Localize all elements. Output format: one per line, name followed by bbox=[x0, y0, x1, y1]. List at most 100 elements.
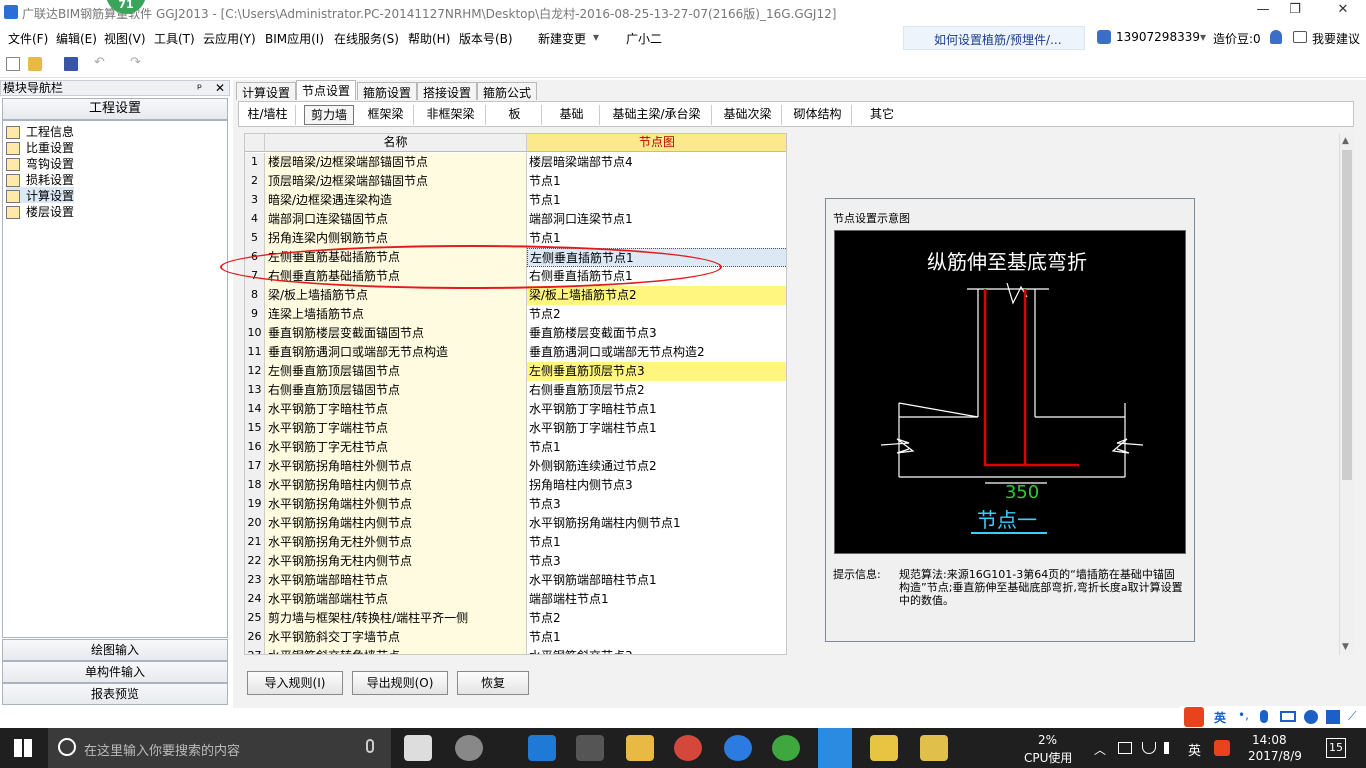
table-row[interactable]: 22 水平钢筋拐角无柱内侧节点 节点3 bbox=[245, 552, 786, 571]
close-button[interactable]: ✕ bbox=[1328, 2, 1358, 22]
table-row[interactable]: 17 水平钢筋拐角暗柱外侧节点 外侧钢筋连续通过节点2 bbox=[245, 457, 786, 476]
menu-help[interactable]: 帮助(H) bbox=[408, 30, 450, 47]
row-name[interactable]: 水平钢筋斜交转角墙节点 bbox=[265, 647, 527, 654]
suggest-link[interactable]: 我要建议 bbox=[1312, 30, 1360, 47]
sogou-icon[interactable] bbox=[1184, 707, 1204, 727]
row-node[interactable]: 节点1 bbox=[527, 438, 786, 457]
scroll-up-icon[interactable]: ▲ bbox=[1342, 136, 1349, 146]
open-folder-icon[interactable] bbox=[28, 57, 42, 71]
network-icon[interactable] bbox=[1118, 742, 1132, 754]
row-node[interactable]: 端部洞口连梁节点1 bbox=[527, 210, 786, 229]
user-dropdown-icon[interactable]: ▾ bbox=[1200, 30, 1206, 44]
nav-component-input[interactable]: 单构件输入 bbox=[2, 661, 228, 683]
punct-icon[interactable]: •, bbox=[1238, 708, 1249, 722]
tray-sogou-icon[interactable] bbox=[1214, 740, 1230, 756]
new-file-icon[interactable] bbox=[6, 57, 20, 71]
tray-expand-icon[interactable]: ︿ bbox=[1094, 741, 1106, 758]
menu-version[interactable]: 版本号(B) bbox=[459, 30, 513, 47]
row-name[interactable]: 楼层暗梁/边框梁端部锚固节点 bbox=[265, 153, 527, 172]
row-name[interactable]: 水平钢筋端部暗柱节点 bbox=[265, 571, 527, 590]
pin-icon[interactable]: ᵖ bbox=[197, 81, 202, 95]
row-name[interactable]: 水平钢筋拐角暗柱内侧节点 bbox=[265, 476, 527, 495]
row-name[interactable]: 垂直钢筋遇洞口或端部无节点构造 bbox=[265, 343, 527, 362]
row-name[interactable]: 水平钢筋丁字无柱节点 bbox=[265, 438, 527, 457]
subtab-slab[interactable]: 板 bbox=[488, 105, 542, 125]
row-name[interactable]: 暗梁/边框梁遇连梁构造 bbox=[265, 191, 527, 210]
nav-item-density[interactable]: 比重设置 bbox=[6, 139, 74, 155]
help-link[interactable]: 如何设置植筋/预埋件/... bbox=[903, 26, 1085, 50]
row-node[interactable]: 端部端柱节点1 bbox=[527, 590, 786, 609]
taskbar-app-fan[interactable] bbox=[404, 735, 432, 761]
subtab-column[interactable]: 柱/墙柱 bbox=[240, 105, 296, 125]
menu-cloud[interactable]: 云应用(Y) bbox=[203, 30, 256, 47]
table-row[interactable]: 14 水平钢筋丁字暗柱节点 水平钢筋丁字暗柱节点1 bbox=[245, 400, 786, 419]
table-row[interactable]: 27水平钢筋斜交转角墙节点水平钢筋斜交节点3 bbox=[245, 647, 786, 654]
row-node[interactable]: 梁/板上墙插筋节点2 bbox=[527, 286, 786, 305]
ime-lang[interactable]: 英 bbox=[1214, 709, 1226, 726]
subtab-masonry[interactable]: 砌体结构 bbox=[784, 105, 852, 125]
taskbar-app-red[interactable] bbox=[674, 735, 702, 761]
clock-date[interactable]: 2017/8/9 bbox=[1248, 749, 1302, 763]
keyboard-icon[interactable] bbox=[1280, 711, 1296, 722]
menu-tools[interactable]: 工具(T) bbox=[154, 30, 195, 47]
row-node[interactable]: 节点3 bbox=[527, 495, 786, 514]
table-row[interactable]: 20 水平钢筋拐角端柱内侧节点 水平钢筋拐角端柱内侧节点1 bbox=[245, 514, 786, 533]
table-row[interactable]: 10 垂直钢筋楼层变截面锚固节点 垂直筋楼层变截面节点3 bbox=[245, 324, 786, 343]
volume-icon[interactable] bbox=[1164, 742, 1176, 754]
row-name[interactable]: 水平钢筋拐角无柱内侧节点 bbox=[265, 552, 527, 571]
tab-node-settings[interactable]: 节点设置 bbox=[296, 80, 357, 100]
table-row[interactable]: 26 水平钢筋斜交丁字墙节点 节点1 bbox=[245, 628, 786, 647]
menu-new-change[interactable]: 新建变更 bbox=[538, 30, 586, 47]
row-name[interactable]: 左侧垂直筋顶层锚固节点 bbox=[265, 362, 527, 381]
row-node[interactable]: 左侧垂直筋顶层节点3 bbox=[527, 362, 786, 381]
table-row[interactable]: 25 剪力墙与框架柱/转换柱/端柱平齐一侧 节点2 bbox=[245, 609, 786, 628]
subtab-frame-beam[interactable]: 框架梁 bbox=[358, 105, 414, 125]
nav-item-hook[interactable]: 弯钩设置 bbox=[6, 155, 74, 171]
save-icon[interactable] bbox=[64, 57, 78, 71]
row-node[interactable]: 外侧钢筋连续通过节点2 bbox=[527, 457, 786, 476]
table-row[interactable]: 16 水平钢筋丁字无柱节点 节点1 bbox=[245, 438, 786, 457]
row-name[interactable]: 水平钢筋丁字暗柱节点 bbox=[265, 400, 527, 419]
row-node[interactable]: 楼层暗梁端部节点4 bbox=[527, 153, 786, 172]
nav-drawing-input[interactable]: 绘图输入 bbox=[2, 639, 228, 661]
column-header-node[interactable]: 节点图 bbox=[527, 134, 786, 152]
row-node[interactable]: 节点2 bbox=[527, 609, 786, 628]
tab-calc-settings[interactable]: 计算设置 bbox=[236, 82, 297, 100]
table-row[interactable]: 4 端部洞口连梁锚固节点 端部洞口连梁节点1 bbox=[245, 210, 786, 229]
table-row[interactable]: 23 水平钢筋端部暗柱节点 水平钢筋端部暗柱节点1 bbox=[245, 571, 786, 590]
maximize-button[interactable]: ❐ bbox=[1280, 2, 1310, 22]
subtab-foundation[interactable]: 基础 bbox=[544, 105, 600, 125]
table-row[interactable]: 18 水平钢筋拐角暗柱内侧节点 拐角暗柱内侧节点3 bbox=[245, 476, 786, 495]
taskbar-app-edge[interactable] bbox=[528, 735, 556, 761]
redo-icon[interactable]: ↷ bbox=[130, 55, 144, 70]
row-node[interactable]: 右侧垂直筋顶层节点2 bbox=[527, 381, 786, 400]
subtab-other[interactable]: 其它 bbox=[854, 105, 910, 125]
nav-item-calc[interactable]: 计算设置 bbox=[6, 187, 75, 203]
nav-item-loss[interactable]: 损耗设置 bbox=[6, 171, 74, 187]
row-node[interactable]: 水平钢筋丁字暗柱节点1 bbox=[527, 400, 786, 419]
row-name[interactable]: 水平钢筋斜交丁字墙节点 bbox=[265, 628, 527, 647]
table-row[interactable]: 19 水平钢筋拐角端柱外侧节点 节点3 bbox=[245, 495, 786, 514]
table-row[interactable]: 24 水平钢筋端部端柱节点 端部端柱节点1 bbox=[245, 590, 786, 609]
taskbar-app-circle[interactable] bbox=[455, 735, 483, 761]
undo-icon[interactable]: ↶ bbox=[94, 55, 108, 70]
minimize-button[interactable]: — bbox=[1248, 2, 1278, 22]
row-name[interactable]: 水平钢筋丁字端柱节点 bbox=[265, 419, 527, 438]
table-row[interactable]: 2 顶层暗梁/边框梁端部锚固节点 节点1 bbox=[245, 172, 786, 191]
taskbar-app-blue[interactable] bbox=[724, 735, 752, 761]
menu-bim[interactable]: BIM应用(I) bbox=[265, 30, 324, 47]
windows-start-icon[interactable] bbox=[14, 739, 32, 757]
chevron-down-icon[interactable]: ▾ bbox=[593, 30, 599, 44]
scroll-down-icon[interactable]: ▼ bbox=[1342, 642, 1349, 652]
tab-stirrup-formula[interactable]: 箍筋公式 bbox=[477, 82, 538, 100]
close-nav-icon[interactable]: ✕ bbox=[215, 81, 225, 95]
scrollbar-thumb[interactable] bbox=[1342, 150, 1352, 480]
nav-report-preview[interactable]: 报表预览 bbox=[2, 683, 228, 705]
taskbar-app-store[interactable] bbox=[576, 735, 604, 761]
import-rules-button[interactable]: 导入规则(I) bbox=[247, 671, 343, 695]
mic-icon[interactable] bbox=[1260, 710, 1268, 723]
tab-lap-settings[interactable]: 搭接设置 bbox=[417, 82, 478, 100]
tray-lang[interactable]: 英 bbox=[1188, 740, 1201, 759]
row-node[interactable]: 垂直筋遇洞口或端部无节点构造2 bbox=[527, 343, 786, 362]
row-name[interactable]: 垂直钢筋楼层变截面锚固节点 bbox=[265, 324, 527, 343]
